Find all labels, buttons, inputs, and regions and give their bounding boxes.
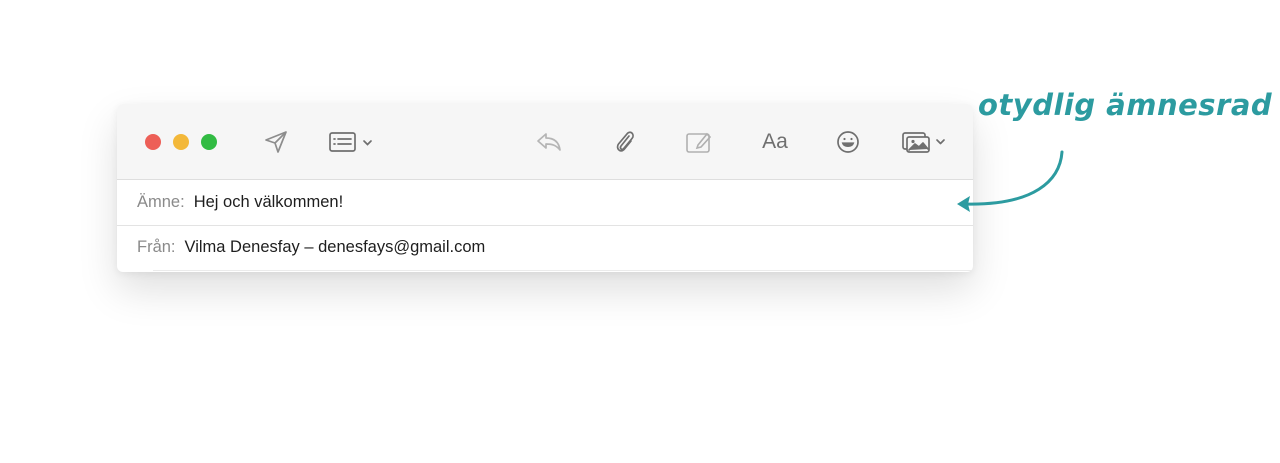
annotation-arrow bbox=[957, 150, 1064, 212]
markup-icon[interactable] bbox=[683, 126, 715, 158]
annotation-text: otydlig ämnesrad bbox=[978, 88, 1273, 122]
font-button[interactable]: Aa bbox=[757, 126, 793, 158]
attachment-icon[interactable] bbox=[610, 126, 640, 158]
send-icon[interactable] bbox=[261, 126, 291, 158]
subject-label: Ämne: bbox=[137, 193, 185, 211]
close-window-button[interactable] bbox=[145, 134, 161, 150]
header-fields-button[interactable] bbox=[327, 126, 377, 158]
from-label: Från: bbox=[137, 238, 176, 256]
from-field-row[interactable]: Från: Vilma Denesfay – denesfays@gmail.c… bbox=[117, 225, 973, 270]
mail-compose-window: Aa Ämne: Hej och välkommen! Från: Vilma bbox=[117, 104, 973, 272]
minimize-window-button[interactable] bbox=[173, 134, 189, 150]
zoom-window-button[interactable] bbox=[201, 134, 217, 150]
divider bbox=[153, 270, 973, 271]
subject-input[interactable]: Hej och välkommen! bbox=[194, 193, 343, 212]
emoji-icon[interactable] bbox=[833, 126, 863, 158]
from-select[interactable]: Vilma Denesfay – denesfays@gmail.com bbox=[185, 238, 486, 257]
reply-icon[interactable] bbox=[534, 126, 564, 158]
toolbar: Aa bbox=[117, 104, 973, 180]
photo-browser-icon[interactable] bbox=[899, 126, 951, 158]
subject-field-row[interactable]: Ämne: Hej och välkommen! bbox=[117, 180, 973, 226]
